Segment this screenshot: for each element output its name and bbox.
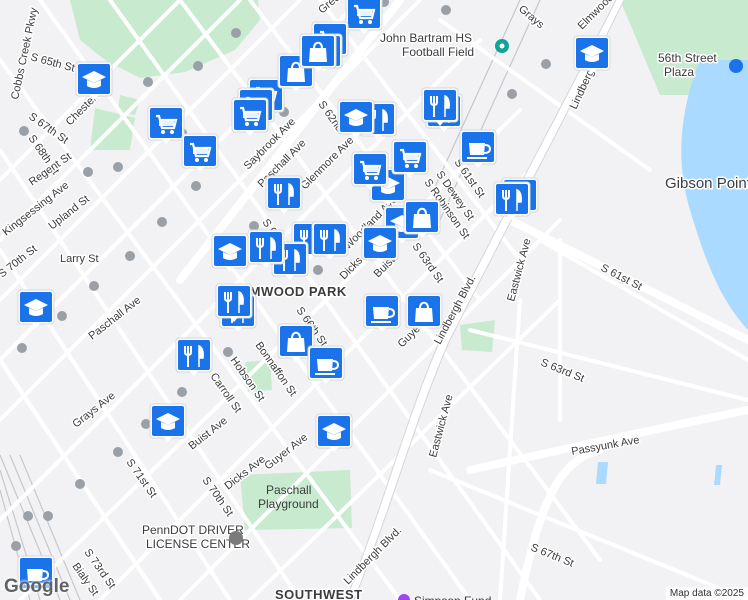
poi-simpson[interactable]: Simpson Fund [398, 594, 491, 600]
map-canvas[interactable]: ELMWOOD PARK SOUTHWEST Gibson Point S 65… [0, 0, 748, 600]
google-logo: Google [4, 576, 70, 597]
shopping-cart-marker[interactable] [351, 151, 389, 190]
label-southwest: SOUTHWEST [275, 587, 363, 600]
shopping-bag-marker[interactable] [299, 33, 337, 72]
label-gibson-point: Gibson Point [665, 175, 748, 192]
shopping-cart-marker[interactable] [391, 139, 429, 178]
cafe-marker[interactable] [459, 129, 497, 168]
school-marker[interactable] [75, 61, 113, 100]
schuylkill-river [681, 60, 748, 330]
label-s-63rd-2: S 63rd St [539, 357, 586, 385]
restaurant-marker[interactable] [421, 87, 459, 126]
school-marker[interactable] [337, 99, 375, 138]
school-marker[interactable] [149, 403, 187, 442]
map-attribution[interactable]: Map data ©2025 [665, 587, 748, 600]
shopping-cart-marker[interactable] [147, 105, 185, 144]
poi-paschall-playground[interactable]: Paschall Playground [258, 483, 319, 511]
restaurant-marker[interactable] [175, 337, 213, 376]
svg-text:John Bartram HSFootball Field: John Bartram HS Football Field [380, 31, 474, 59]
label-buist: Buist Ave [186, 415, 229, 453]
label-s-65th-st: S 65th St [29, 51, 76, 74]
school-marker[interactable] [573, 35, 611, 74]
cafe-marker[interactable] [363, 293, 401, 332]
school-marker[interactable] [17, 289, 55, 328]
shopping-bag-marker[interactable] [405, 293, 443, 332]
shopping-cart-marker[interactable] [181, 133, 219, 172]
label-glenmore: Glenmore Ave [299, 134, 357, 192]
shopping-cart-marker[interactable] [345, 0, 383, 34]
restaurant-marker[interactable] [311, 221, 349, 260]
pond-1 [596, 462, 608, 484]
label-kingsessing: Kingsessing Ave [0, 179, 71, 238]
restaurant-marker[interactable] [247, 229, 285, 268]
shopping-cart-marker[interactable] [231, 97, 269, 136]
school-marker[interactable] [361, 225, 399, 264]
restaurant-marker[interactable] [215, 283, 253, 322]
restaurant-marker[interactable] [493, 181, 531, 220]
svg-text:PaschallPlayground: Paschall Playground [258, 483, 319, 511]
pond-2 [714, 465, 722, 485]
label-grays-2: Grays [516, 3, 547, 31]
school-marker[interactable] [211, 233, 249, 272]
label-paschall-1: Paschall Ave [86, 294, 143, 342]
svg-text:Simpson Fund: Simpson Fund [414, 594, 491, 600]
label-larry: Larry St [60, 253, 99, 265]
cafe-marker[interactable] [307, 345, 345, 384]
shopping-bag-marker[interactable] [403, 199, 441, 238]
restaurant-marker[interactable] [265, 175, 303, 214]
school-marker[interactable] [315, 413, 353, 452]
label-s-67th-2: S 67th St [529, 542, 575, 570]
poi-penndot[interactable]: PennDOT DRIVER LICENSE CENTER [141, 522, 252, 553]
